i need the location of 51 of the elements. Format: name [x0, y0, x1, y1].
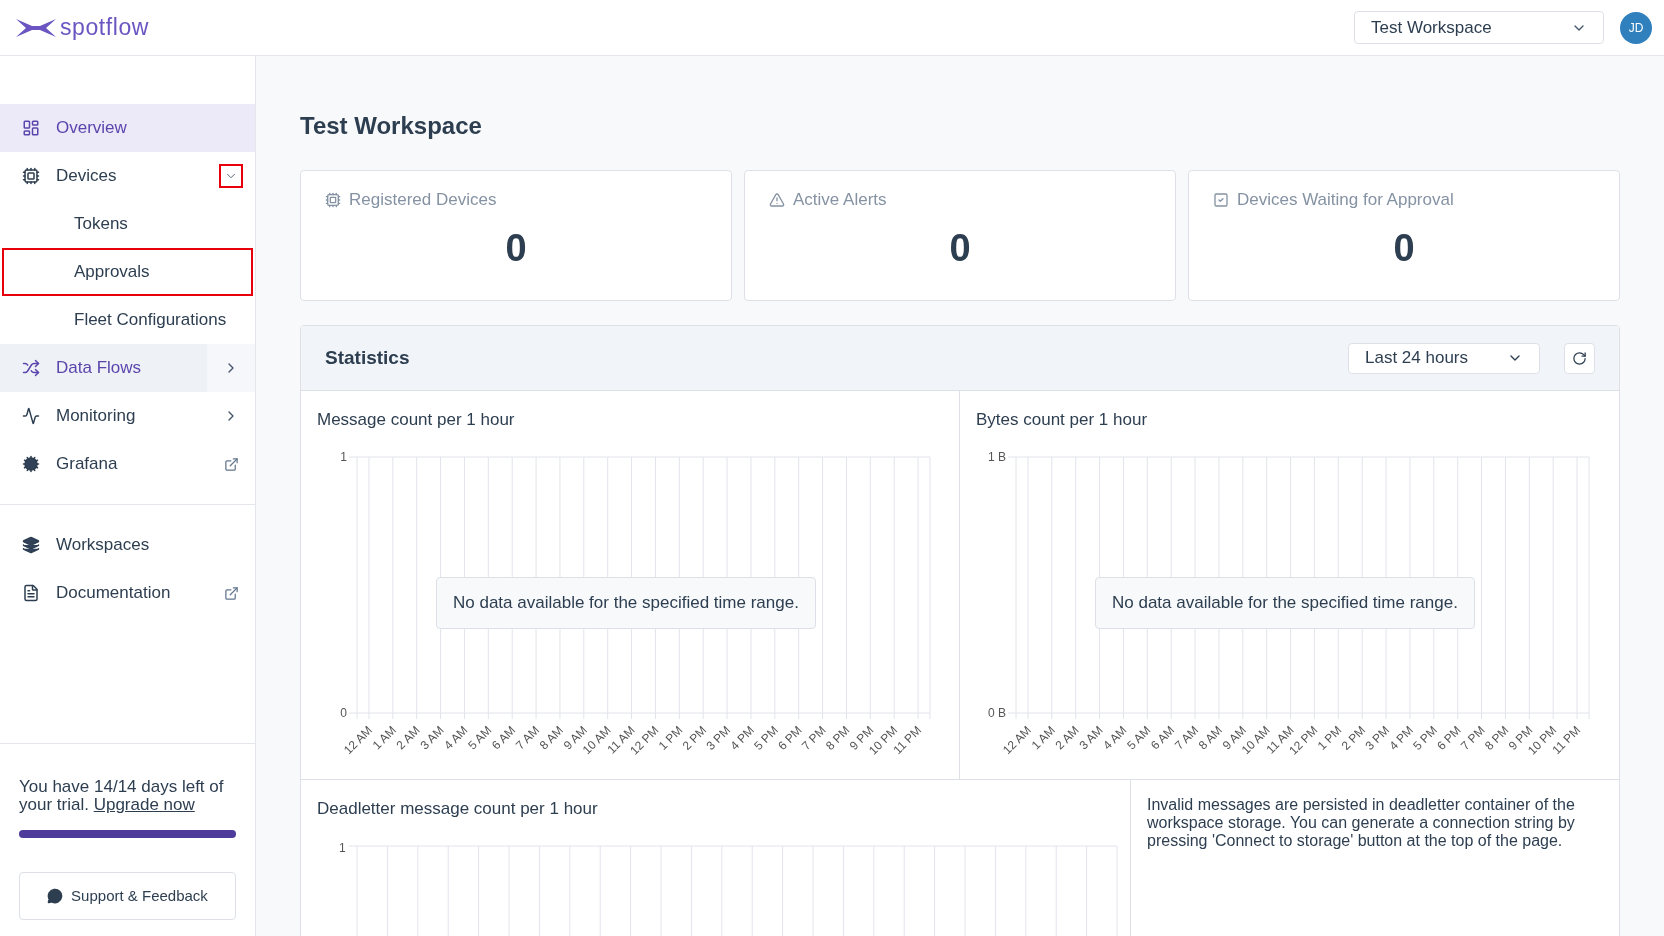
circuit-board-icon [22, 167, 40, 185]
sidebar-item[interactable]: Documentation [0, 569, 207, 617]
upgrade-link[interactable]: Upgrade now [93, 795, 195, 814]
layers-icon [22, 536, 40, 554]
pulse-icon [22, 407, 40, 425]
external-link-icon[interactable] [223, 585, 239, 601]
sidebar-item[interactable]: Grafana [0, 440, 207, 488]
logo-text: spotflow [60, 13, 149, 43]
sidebar-item[interactable]: Devices [0, 152, 207, 200]
sidebar-subitem[interactable]: Approvals [2, 248, 253, 296]
sidebar-item[interactable]: Monitoring [0, 392, 207, 440]
sidebar-subitem[interactable]: Fleet Configurations [2, 296, 253, 344]
card-label: Active Alerts [793, 189, 887, 211]
gear-icon [22, 455, 40, 473]
sidebar-subitem[interactable]: Tokens [2, 200, 253, 248]
external-link-icon[interactable] [223, 456, 239, 472]
y-axis-label: 1 [339, 839, 346, 857]
chart-title: Deadletter message count per 1 hour [317, 798, 599, 820]
warning-icon [769, 191, 785, 208]
time-range-select[interactable]: Last 24 hours [1348, 342, 1540, 374]
avatar[interactable]: JD [1620, 11, 1652, 44]
panel-title: Statistics [325, 345, 410, 370]
speech-bubble-icon [47, 888, 64, 904]
sidebar-item[interactable]: Workspaces [0, 521, 207, 569]
refresh-icon [1572, 350, 1587, 366]
trial-notice: You have 14/14 days left of your trial. Upgrade now [19, 778, 225, 814]
deadletter-info: Invalid messages are persisted in deadletter container of the workspace storage. You can generate a connection string by pressing 'Connect to storage' button at the top of the page. [1146, 795, 1576, 851]
sidebar-item[interactable]: Data Flows [0, 344, 207, 392]
empty-state-message: No data available for the specified time range. [436, 577, 816, 629]
card-value: 0 [505, 228, 527, 267]
grid-icon [22, 119, 40, 137]
y-axis-label: 1 [340, 449, 347, 464]
shuffle-icon [22, 359, 40, 377]
card-label: Devices Waiting for Approval [1237, 189, 1454, 211]
document-icon [22, 584, 40, 602]
card-value: 0 [949, 228, 971, 267]
empty-state-message: No data available for the specified time range. [1095, 577, 1475, 629]
chart-title: Bytes count per 1 hour [976, 409, 1149, 431]
chip-icon [325, 191, 341, 208]
chart-title: Message count per 1 hour [317, 409, 516, 431]
page-title: Test Workspace [300, 111, 483, 141]
checkbox-icon [1213, 191, 1229, 208]
refresh-button[interactable] [1564, 342, 1595, 374]
workspace-select[interactable]: Test Workspace [1354, 11, 1604, 44]
y-axis-label: 0 [340, 705, 347, 720]
card-value: 0 [1393, 228, 1415, 267]
y-axis-label: 0 B [988, 705, 1006, 720]
support-button[interactable]: Support & Feedback [19, 872, 236, 920]
y-axis-label: 1 B [988, 449, 1006, 464]
chevron-down-icon[interactable] [219, 164, 243, 188]
card-label: Registered Devices [349, 189, 497, 211]
